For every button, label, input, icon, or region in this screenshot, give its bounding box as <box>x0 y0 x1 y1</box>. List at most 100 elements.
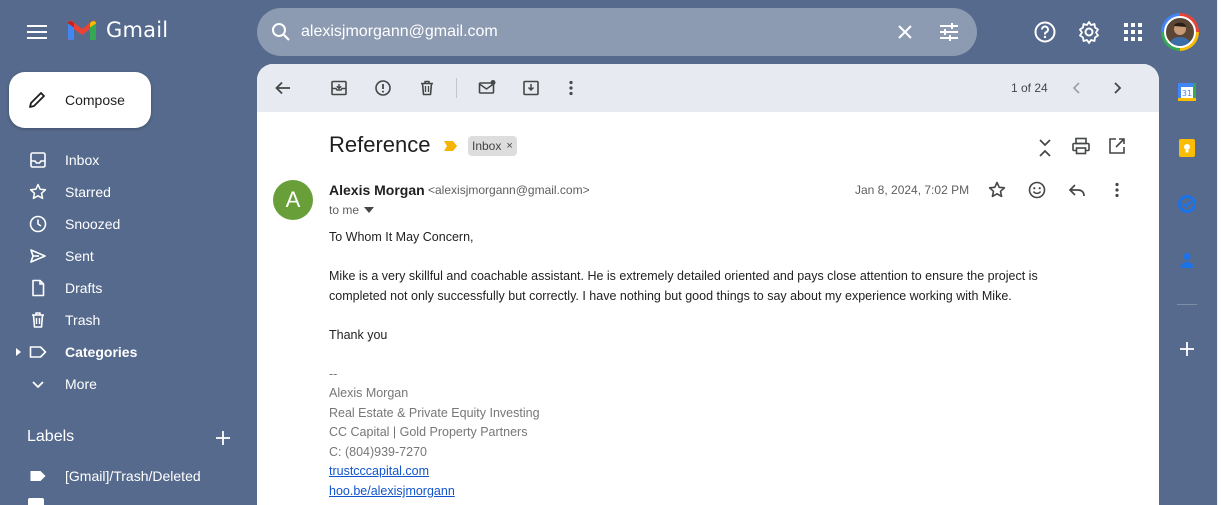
sidebar-item-label: Categories <box>65 344 138 360</box>
emoji-reaction-button[interactable] <box>1025 178 1049 202</box>
main-menu-button[interactable] <box>20 16 54 48</box>
chevron-right-icon <box>1114 82 1122 94</box>
sidebar-item-starred[interactable]: Starred <box>0 176 250 208</box>
open-in-new-icon <box>1109 138 1125 154</box>
support-button[interactable] <box>1029 16 1061 48</box>
message-more-button[interactable] <box>1105 178 1129 202</box>
archive-button[interactable] <box>327 76 351 100</box>
dropdown-arrow-icon <box>364 207 375 213</box>
sidebar-item-categories[interactable]: Categories <box>0 336 250 368</box>
app-name: Gmail <box>106 18 169 42</box>
sidebar-item-drafts[interactable]: Drafts <box>0 272 250 304</box>
send-icon <box>30 249 46 263</box>
contacts-app-button[interactable] <box>1175 248 1199 272</box>
inbox-icon <box>30 152 46 168</box>
sidebar-item-inbox[interactable]: Inbox <box>0 144 250 176</box>
settings-button[interactable] <box>1073 16 1105 48</box>
back-button[interactable] <box>271 76 295 100</box>
clear-search-icon[interactable] <box>893 20 917 44</box>
collapse-all-button[interactable] <box>1033 136 1057 160</box>
reply-button[interactable] <box>1065 178 1089 202</box>
more-options-button[interactable] <box>559 76 583 100</box>
add-label-icon[interactable] <box>212 427 234 449</box>
more-vert-icon <box>569 80 573 96</box>
email-view-panel: 1 of 24 Reference Inbox × A Alexis Morga… <box>257 64 1159 505</box>
older-button[interactable] <box>1105 76 1129 100</box>
sidebar-item-more[interactable]: More <box>0 368 250 400</box>
person-icon <box>1169 22 1191 46</box>
signature-phone: C: (804)939-7270 <box>329 445 427 459</box>
spam-icon <box>375 80 391 96</box>
calendar-icon: 31 <box>1178 83 1196 101</box>
pager-count: 1 of 24 <box>1011 81 1048 95</box>
open-new-window-button[interactable] <box>1105 134 1129 158</box>
print-button[interactable] <box>1069 134 1093 158</box>
account-avatar[interactable] <box>1161 13 1199 51</box>
email-subject: Reference <box>329 132 431 157</box>
trash-icon <box>421 80 433 96</box>
sender-email: <alexisjmorgann@gmail.com> <box>428 183 590 197</box>
sidebar-label-text: [Gmail]/Trash/Deleted <box>65 468 201 484</box>
draft-icon <box>32 279 45 297</box>
sidebar-label-trash-deleted[interactable]: [Gmail]/Trash/Deleted <box>0 460 250 492</box>
search-options-icon[interactable] <box>937 20 961 44</box>
sidebar-item-snoozed[interactable]: Snoozed <box>0 208 250 240</box>
compose-button[interactable]: Compose <box>9 72 151 128</box>
inbox-label-chip: Inbox × <box>468 136 517 156</box>
label-icon <box>29 346 47 358</box>
importance-marker-icon[interactable] <box>444 140 458 152</box>
contacts-icon <box>1180 253 1194 268</box>
tasks-app-button[interactable] <box>1175 192 1199 216</box>
search-icon[interactable] <box>269 20 293 44</box>
sidebar-item-sent[interactable]: Sent <box>0 240 250 272</box>
move-to-button[interactable] <box>519 76 543 100</box>
delete-button[interactable] <box>415 76 439 100</box>
sidebar-item-label: Snoozed <box>65 216 121 232</box>
report-spam-button[interactable] <box>371 76 395 100</box>
compose-label: Compose <box>65 92 125 108</box>
email-toolbar: 1 of 24 <box>257 64 1159 112</box>
signature-separator: -- <box>329 367 338 381</box>
gmail-logo[interactable]: Gmail <box>66 18 168 42</box>
newer-button[interactable] <box>1065 76 1089 100</box>
archive-icon <box>331 80 347 96</box>
pencil-icon <box>29 92 45 108</box>
label-tag-icon <box>30 471 46 481</box>
star-button[interactable] <box>985 178 1009 202</box>
keep-app-button[interactable] <box>1175 136 1199 160</box>
signature-link-website[interactable]: trustcccapital.com <box>329 464 429 478</box>
email-paragraph-line: Mike is a very skillful and coachable as… <box>329 269 1038 283</box>
sender-name[interactable]: Alexis Morgan <box>329 182 425 198</box>
gear-icon <box>1079 21 1099 44</box>
sidebar-item-label: Drafts <box>65 280 103 296</box>
sidebar-item-trash[interactable]: Trash <box>0 304 250 336</box>
emoji-icon <box>1028 181 1046 199</box>
apps-button[interactable] <box>1117 16 1149 48</box>
remove-label-button[interactable]: × <box>506 140 512 152</box>
plus-icon <box>1180 342 1194 356</box>
get-addons-button[interactable] <box>1175 337 1199 361</box>
search-bar[interactable] <box>257 8 977 56</box>
signature-link-hoobe[interactable]: hoo.be/alexisjmorgann <box>329 484 455 498</box>
sender-avatar[interactable]: A <box>273 180 313 220</box>
email-date: Jan 8, 2024, 7:02 PM <box>855 183 970 197</box>
signature-name: Alexis Morgan <box>329 386 409 400</box>
sidebar-item-label: Trash <box>65 312 101 328</box>
expand-arrow-icon[interactable] <box>16 348 22 356</box>
search-input[interactable] <box>301 18 861 46</box>
apps-grid-icon <box>1124 23 1142 41</box>
print-icon <box>1072 137 1090 155</box>
signature-company: CC Capital | Gold Property Partners <box>329 425 528 439</box>
tasks-icon <box>1178 195 1196 213</box>
arrow-back-icon <box>275 81 290 95</box>
recipient-details-toggle[interactable]: to me <box>329 203 375 217</box>
recipient-text: to me <box>329 203 360 217</box>
clock-icon <box>29 215 47 233</box>
trash-icon <box>32 312 44 328</box>
calendar-app-button[interactable]: 31 <box>1175 80 1199 104</box>
mark-unread-button[interactable] <box>475 76 499 100</box>
sidebar-item-label: Sent <box>65 248 94 264</box>
chevron-left-icon <box>1072 82 1080 94</box>
sidebar-item-label: Inbox <box>65 152 100 168</box>
chip-label: Inbox <box>472 139 502 153</box>
